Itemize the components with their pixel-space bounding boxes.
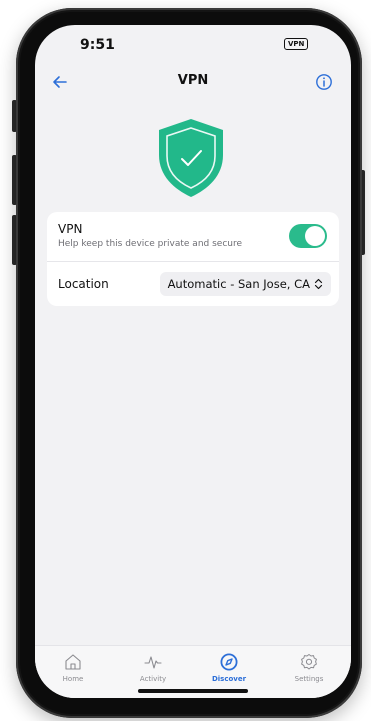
chevron-up-down-icon	[314, 278, 323, 290]
toggle-knob	[305, 226, 325, 246]
status-bar: 9:51 VPN	[35, 25, 351, 61]
tab-settings-label: Settings	[294, 675, 324, 683]
vpn-row-title: VPN	[58, 222, 83, 236]
tab-activity[interactable]: Activity	[123, 652, 183, 688]
gear-icon	[301, 654, 317, 670]
vpn-row: VPN Help keep this device private and se…	[47, 212, 339, 261]
tab-home-label: Home	[62, 675, 84, 683]
tab-activity-label: Activity	[139, 675, 167, 683]
location-row: Location Automatic - San Jose, CA	[47, 262, 339, 306]
shield-check-icon	[159, 119, 223, 197]
tab-discover[interactable]: Discover	[199, 652, 259, 688]
screen: 9:51 VPN VPN VPN Help keep this device p…	[35, 25, 351, 698]
home-icon	[65, 654, 81, 670]
location-label: Location	[58, 277, 109, 291]
navigation-bar: VPN	[35, 67, 351, 97]
tab-discover-label: Discover	[211, 675, 247, 683]
tab-settings[interactable]: Settings	[279, 652, 339, 688]
home-indicator	[138, 689, 248, 693]
vpn-status-badge: VPN	[284, 38, 309, 50]
info-button[interactable]	[315, 73, 333, 91]
activity-icon	[144, 656, 162, 669]
location-select[interactable]: Automatic - San Jose, CA	[159, 272, 331, 296]
vpn-toggle[interactable]	[289, 224, 327, 248]
location-value: Automatic - San Jose, CA	[167, 277, 310, 291]
page-title: VPN	[177, 73, 209, 88]
status-time: 9:51	[80, 37, 115, 53]
vpn-row-subtitle: Help keep this device private and secure	[58, 239, 243, 249]
tab-home[interactable]: Home	[43, 652, 103, 688]
vpn-settings-card: VPN Help keep this device private and se…	[47, 212, 339, 306]
info-icon	[316, 74, 332, 90]
compass-icon	[220, 653, 238, 671]
